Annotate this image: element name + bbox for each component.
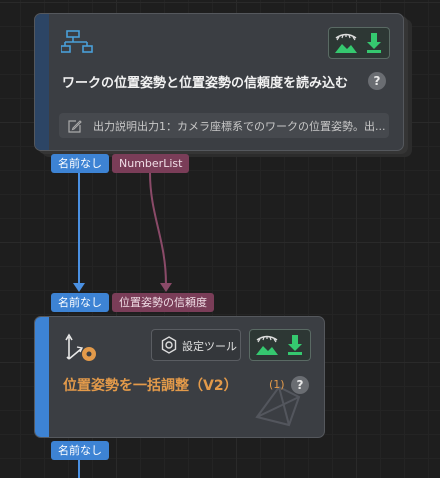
download-arrow-icon (288, 335, 302, 359)
connection-arrow-numberlist (160, 283, 172, 292)
edit-note-icon (68, 118, 82, 137)
connection-numberlist (149, 172, 167, 285)
node-adjust-poses[interactable]: 設定ツール 位置姿勢を一括調整（V2） (1) ? (34, 316, 325, 438)
settings-tool-button[interactable]: 設定ツール (151, 329, 241, 361)
node-title: ワークの位置姿勢と位置姿勢の信頼度を読み込む (62, 76, 349, 91)
axes-pose-icon (65, 333, 99, 367)
output-port-unnamed[interactable]: 名前なし (51, 441, 109, 460)
description-text: 出力説明出力1：カメラ座標系でのワークの位置姿勢。出... (93, 120, 386, 133)
help-button[interactable]: ? (368, 72, 386, 90)
output-port-numberlist[interactable]: NumberList (112, 154, 190, 173)
eye-landscape-icon (334, 32, 358, 58)
node-accent-bar (35, 14, 49, 150)
connection-arrow-unnamed (73, 283, 85, 292)
run-step-button[interactable] (249, 329, 311, 361)
node-read-pose[interactable]: ワークの位置姿勢と位置姿勢の信頼度を読み込む ? 出力説明出力1：カメラ座標系で… (34, 13, 404, 151)
help-button[interactable]: ? (291, 376, 309, 394)
node-count: (1) (269, 378, 285, 391)
settings-tool-label: 設定ツール (182, 340, 237, 353)
node-accent-bar (35, 317, 49, 437)
input-port-unnamed[interactable]: 名前なし (51, 293, 109, 312)
eye-landscape-icon (255, 334, 279, 360)
run-step-button[interactable] (328, 27, 390, 59)
output-port-unnamed[interactable]: 名前なし (51, 154, 109, 173)
flowchart-icon (60, 30, 97, 60)
download-arrow-icon (367, 33, 381, 57)
description-bar: 出力説明出力1：カメラ座標系でのワークの位置姿勢。出... (59, 113, 389, 138)
input-port-pose-confidence[interactable]: 位置姿勢の信頼度 (112, 293, 214, 312)
node-title: 位置姿勢を一括調整（V2） (63, 378, 238, 394)
gear-icon (160, 336, 178, 358)
